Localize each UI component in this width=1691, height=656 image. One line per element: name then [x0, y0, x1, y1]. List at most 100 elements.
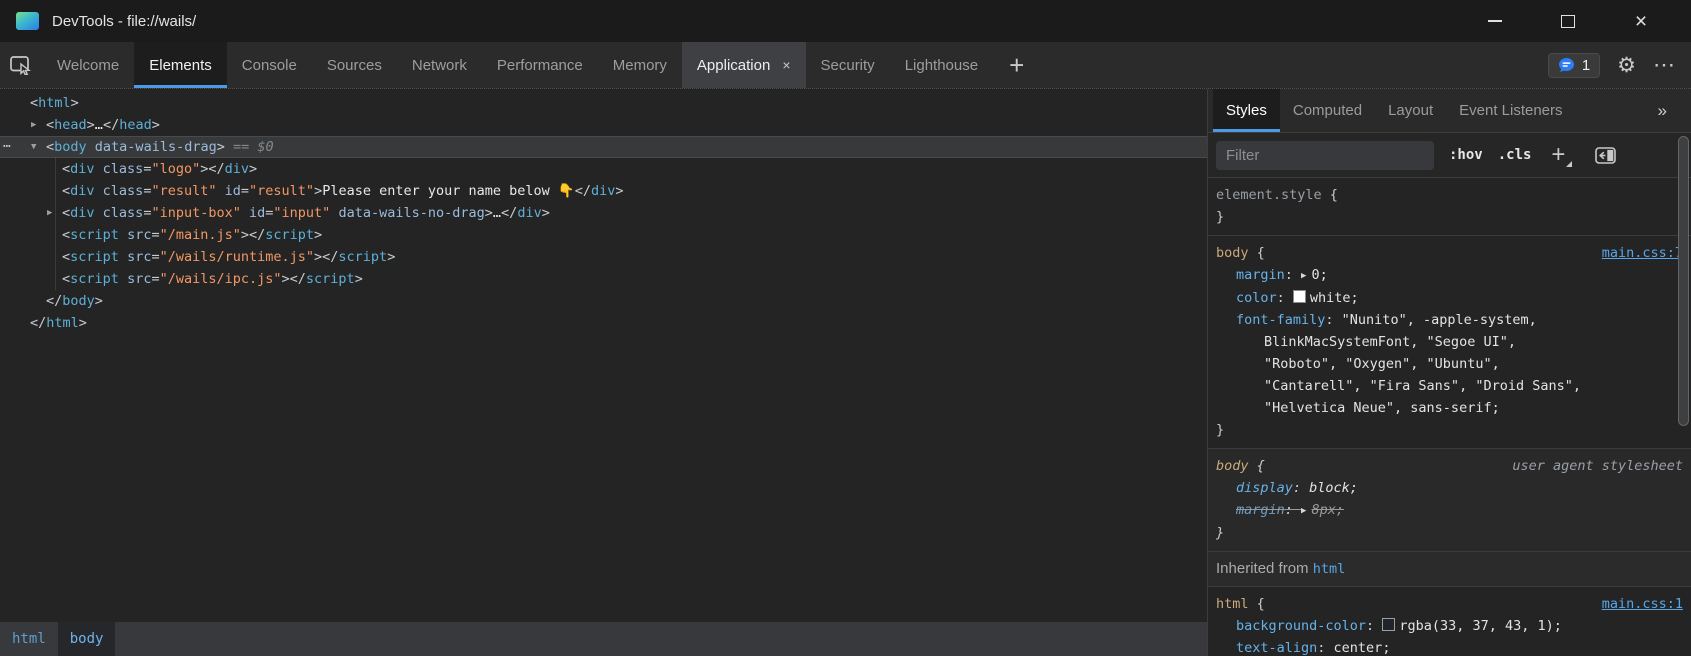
tab-application[interactable]: Application×	[682, 42, 806, 88]
minimize-icon	[1488, 20, 1502, 22]
tab-security[interactable]: Security	[806, 42, 890, 88]
tab-network[interactable]: Network	[397, 42, 482, 88]
add-tab-button[interactable]: +	[993, 42, 1040, 88]
settings-button[interactable]: ⚙	[1617, 53, 1636, 78]
tab-elements[interactable]: Elements	[134, 42, 227, 88]
css-declaration-background-color[interactable]: background-color: rgba(33, 37, 43, 1);	[1216, 615, 1665, 637]
css-declaration-color[interactable]: color: white;	[1216, 287, 1665, 309]
rule-selector: body	[1216, 458, 1249, 474]
window-title: DevTools - file://wails/	[52, 13, 196, 30]
stylesheet-link[interactable]: main.css:7	[1602, 242, 1683, 264]
expand-value-arrow-icon[interactable]: ▶	[1301, 500, 1306, 522]
tree-row[interactable]: <script src="/wails/ipc.js"></script>	[0, 268, 1207, 290]
color-swatch[interactable]	[1293, 290, 1306, 303]
close-tab-icon[interactable]: ×	[782, 57, 790, 73]
dom-tree: <html>▶<head>…</head>⋯▼<body data-wails-…	[0, 89, 1207, 622]
tree-row[interactable]: </html>	[0, 312, 1207, 334]
tab-label: Performance	[497, 57, 583, 74]
property-value: rgba(33, 37, 43, 1);	[1399, 618, 1562, 634]
styles-sidebar: StylesComputedLayoutEvent Listeners » :ho…	[1208, 89, 1691, 656]
tab-label: Elements	[149, 57, 212, 74]
tab-memory[interactable]: Memory	[598, 42, 682, 88]
rule-origin-label: user agent stylesheet	[1512, 455, 1683, 477]
tab-label: Memory	[613, 57, 667, 74]
styles-tab-event-listeners[interactable]: Event Listeners	[1446, 89, 1575, 132]
property-name: color	[1236, 290, 1277, 306]
tree-row[interactable]: ▶<head>…</head>	[0, 114, 1207, 136]
breadcrumb-item-body[interactable]: body	[58, 622, 116, 656]
tab-console[interactable]: Console	[227, 42, 312, 88]
property-name: display	[1236, 480, 1293, 496]
stylesheet-link[interactable]: main.css:1	[1602, 593, 1683, 615]
tab-label: Security	[821, 57, 875, 74]
css-declaration-margin[interactable]: margin: ▶8px;	[1216, 499, 1665, 522]
tree-row[interactable]: <html>	[0, 92, 1207, 114]
css-declaration-margin[interactable]: margin: ▶0;	[1216, 264, 1665, 287]
expand-value-arrow-icon[interactable]: ▶	[1301, 265, 1306, 287]
elements-panel: <html>▶<head>…</head>⋯▼<body data-wails-…	[0, 89, 1207, 656]
node-menu-dots-icon[interactable]: ⋯	[3, 136, 12, 158]
more-options-button[interactable]: ⋯	[1653, 52, 1676, 78]
property-name: text-align	[1236, 640, 1317, 656]
inherited-from-label: Inherited from	[1216, 560, 1313, 577]
tab-welcome[interactable]: Welcome	[42, 42, 134, 88]
maximize-icon	[1561, 15, 1575, 28]
styles-scrollbar[interactable]	[1678, 134, 1690, 656]
scrollbar-thumb[interactable]	[1678, 136, 1689, 426]
toggle-pseudo-state-button[interactable]: :hov	[1449, 147, 1483, 163]
maximize-button[interactable]	[1545, 0, 1591, 42]
tree-row[interactable]: <div class="result" id="result">Please e…	[0, 180, 1207, 202]
css-declaration-display[interactable]: display: block;	[1216, 477, 1665, 499]
issues-button[interactable]: 1	[1548, 53, 1600, 78]
tab-sources[interactable]: Sources	[312, 42, 397, 88]
rule-close-line: }	[1216, 206, 1665, 228]
property-value: block;	[1309, 480, 1358, 496]
styles-tab-computed[interactable]: Computed	[1280, 89, 1375, 132]
close-button[interactable]: ×	[1618, 0, 1664, 42]
expand-arrow-icon[interactable]: ▼	[31, 136, 36, 158]
inspect-icon	[10, 55, 33, 75]
sidebar-toggle-icon	[1595, 147, 1616, 164]
toggle-computed-sidebar-button[interactable]	[1595, 147, 1616, 164]
rule-selector: html	[1216, 596, 1249, 612]
tab-lighthouse[interactable]: Lighthouse	[890, 42, 993, 88]
new-style-rule-button[interactable]: +	[1546, 143, 1570, 167]
tree-row[interactable]: ▶<div class="input-box" id="input" data-…	[0, 202, 1207, 224]
css-declaration-text-align[interactable]: text-align: center;	[1216, 637, 1665, 656]
color-swatch[interactable]	[1382, 618, 1395, 631]
styles-filter-input[interactable]	[1216, 141, 1434, 170]
tree-row[interactable]: </body>	[0, 290, 1207, 312]
more-tabs-icon[interactable]: »	[1658, 89, 1667, 132]
inspect-element-button[interactable]	[0, 42, 42, 88]
close-icon: ×	[1635, 11, 1647, 32]
property-name: background-color	[1236, 618, 1366, 634]
tree-row[interactable]: <script src="/wails/runtime.js"></script…	[0, 246, 1207, 268]
minimize-button[interactable]	[1472, 0, 1518, 42]
property-value: 0;	[1311, 267, 1327, 283]
property-value: "Nunito", -apple-system,	[1342, 312, 1537, 328]
tab-label: Network	[412, 57, 467, 74]
devtools-app-icon	[16, 12, 39, 30]
css-declaration-font-family[interactable]: font-family: "Nunito", -apple-system,	[1216, 309, 1665, 331]
tree-row[interactable]: <div class="logo"></div>	[0, 158, 1207, 180]
rule-open-line: user agent stylesheetbody {	[1216, 455, 1665, 477]
property-name: margin	[1236, 502, 1285, 518]
tab-performance[interactable]: Performance	[482, 42, 598, 88]
styles-tab-layout[interactable]: Layout	[1375, 89, 1446, 132]
tree-row[interactable]: ⋯▼<body data-wails-drag> == $0	[0, 136, 1207, 158]
devtools-window: DevTools - file://wails/ × Welcome Elemen…	[0, 0, 1691, 656]
issues-chat-icon	[1558, 57, 1575, 73]
toggle-element-classes-button[interactable]: .cls	[1498, 147, 1532, 163]
tab-label: Console	[242, 57, 297, 74]
style-rule-html: main.css:1html {background-color: rgba(3…	[1208, 587, 1691, 656]
property-name: font-family	[1236, 312, 1325, 328]
style-rule-element-style: element.style {}	[1208, 178, 1691, 236]
rule-open-line: element.style {	[1216, 184, 1665, 206]
breadcrumb-item-html[interactable]: html	[0, 622, 58, 656]
styles-tab-styles[interactable]: Styles	[1213, 89, 1280, 132]
tree-row[interactable]: <script src="/main.js"></script>	[0, 224, 1207, 246]
collapse-arrow-icon[interactable]: ▶	[31, 114, 36, 136]
property-value: white;	[1310, 290, 1359, 306]
collapse-arrow-icon[interactable]: ▶	[47, 202, 52, 224]
inherited-node-link[interactable]: html	[1313, 561, 1346, 577]
